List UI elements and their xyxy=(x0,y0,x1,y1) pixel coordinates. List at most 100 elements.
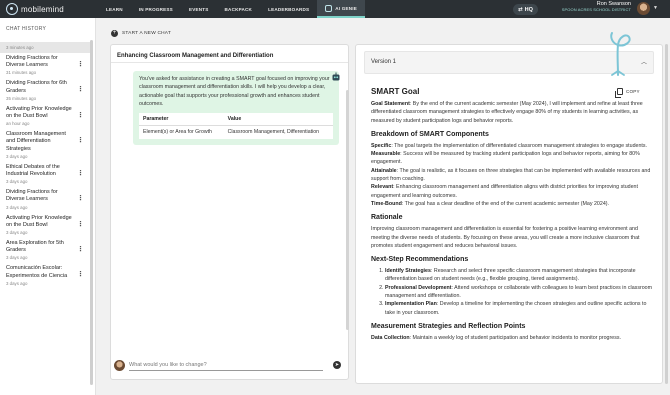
goal-statement: Goal Statement: By the end of the curren… xyxy=(371,100,655,125)
data-collection-text: : Maintain a weekly log of student parti… xyxy=(409,334,621,341)
plus-icon: + xyxy=(111,30,118,37)
copy-icon xyxy=(615,88,623,98)
chat-history-item[interactable]: Area Exploration for 5th Graders 3 days … xyxy=(0,238,90,263)
table-header-row: Parameter Value xyxy=(139,112,333,126)
chat-panel: Enhancing Classroom Management and Diffe… xyxy=(110,44,349,380)
nav-in-progress[interactable]: IN PROGRESS xyxy=(131,0,181,18)
chat-history-item[interactable]: Activating Prior Knowledge on the Dust B… xyxy=(0,104,90,129)
table-header: Parameter xyxy=(139,112,224,126)
next-steps-list: Identify Strategies: Research and select… xyxy=(371,267,655,317)
goal-statement-text: : By the end of the current academic sem… xyxy=(371,101,643,124)
chat-scrollbar[interactable] xyxy=(346,90,349,330)
more-options-icon[interactable]: ⋮ xyxy=(77,136,84,144)
more-options-icon[interactable]: ⋮ xyxy=(77,111,84,119)
more-options-icon[interactable]: ⋮ xyxy=(77,220,84,228)
breakdown-heading: Breakdown of SMART Components xyxy=(371,130,489,138)
start-new-chat-label: START A NEW CHAT xyxy=(122,31,171,36)
chat-history-item-label: Activating Prior Knowledge on the Dust B… xyxy=(6,214,72,228)
table-cell: Element(s) or Area for Growth xyxy=(143,128,212,135)
nav-events[interactable]: EVENTS xyxy=(181,0,217,18)
nav-learn[interactable]: LEARN xyxy=(98,0,131,18)
nav-ai-genie[interactable]: AI GENIE xyxy=(317,0,366,18)
top-navigation-bar: mobilemind LEARN IN PROGRESS EVENTS BACK… xyxy=(0,0,670,18)
rationale-heading: Rationale xyxy=(371,214,403,222)
chat-title: Enhancing Classroom Management and Diffe… xyxy=(111,45,348,63)
data-collection: Data Collection: Maintain a weekly log o… xyxy=(371,334,655,342)
list-item: Professional Development: Attend worksho… xyxy=(385,284,655,301)
hq-switch-button[interactable]: ⇄ HQ xyxy=(513,4,538,15)
smart-goal-heading: SMART Goal xyxy=(371,87,420,96)
measurement-heading: Measurement Strategies and Reflection Po… xyxy=(371,322,526,330)
robot-icon xyxy=(325,4,333,12)
genie-bot-icon xyxy=(332,72,340,81)
component-text: : Enhancing classroom management and dif… xyxy=(371,184,638,199)
more-options-icon[interactable]: ⋮ xyxy=(77,60,84,68)
user-menu[interactable]: Ron Swanson SPOON ACRES SCHOOL DISTRICT xyxy=(545,1,631,12)
chat-history-item[interactable]: Dividing Fractions for Diverse Learners … xyxy=(0,53,90,78)
user-district: SPOON ACRES SCHOOL DISTRICT xyxy=(561,7,631,12)
pen-annotation-icon xyxy=(610,32,631,76)
chat-history-item[interactable]: Classroom Management and Differentiation… xyxy=(0,129,90,162)
mobilemind-logo[interactable]: mobilemind xyxy=(6,3,98,15)
chat-history-item[interactable]: Dividing Fractions for Diverse Learners … xyxy=(0,187,90,212)
chat-history-item-label: Dividing Fractions for 6th Graders xyxy=(6,80,67,94)
chat-history-item-time: 31 minutes ago xyxy=(6,70,37,76)
nav-backpack[interactable]: BACKPACK xyxy=(217,0,261,18)
chat-history-item-label: Classroom Management and Differentiation… xyxy=(6,131,66,152)
version-scrollbar[interactable] xyxy=(665,44,668,384)
copy-label: COPY xyxy=(626,89,640,94)
component-label: Relevant xyxy=(371,184,394,191)
chat-history-item[interactable]: Dividing Fractions for 6th Graders 35 mi… xyxy=(0,78,90,103)
chevron-down-icon[interactable]: ▼ xyxy=(653,5,658,11)
list-item: Implementation Plan: Develop a timeline … xyxy=(385,300,655,317)
list-item: Identify Strategies: Research and select… xyxy=(385,267,655,284)
more-options-icon[interactable]: ⋮ xyxy=(77,85,84,93)
chat-history-item-time: an hour ago xyxy=(6,121,30,127)
chat-history-item[interactable]: Ethical Debates of the Industrial Revolu… xyxy=(0,162,90,187)
chat-history-item-time: 35 minutes ago xyxy=(6,95,37,101)
component-text: : Success will be measured by tracking s… xyxy=(371,151,640,166)
table-cell: Classroom Management, Differentiation xyxy=(227,128,319,135)
component-label: Measurable xyxy=(371,151,401,158)
more-options-icon[interactable]: ⋮ xyxy=(77,169,84,177)
chat-history-item-label: Dividing Fractions for Diverse Learners xyxy=(6,189,58,203)
send-button[interactable]: ➤ xyxy=(333,361,341,369)
chat-history-item[interactable]: Activating Prior Knowledge on the Dust B… xyxy=(0,213,90,238)
component-measurable: Measurable: Success will be measured by … xyxy=(371,150,655,167)
nav-leaderboards[interactable]: LEADERBOARDS xyxy=(260,0,317,18)
next-step-label: Professional Development xyxy=(385,284,452,291)
chat-history-item-time: 3 days ago xyxy=(6,179,28,185)
start-new-chat-button[interactable]: + START A NEW CHAT xyxy=(111,30,171,37)
chat-input[interactable] xyxy=(129,359,323,371)
chat-history-item-label: Dividing Fractions for Diverse Learners xyxy=(6,55,58,69)
user-avatar[interactable] xyxy=(637,2,650,15)
chat-history-title: CHAT HISTORY xyxy=(6,26,47,32)
component-specific: Specific: The goal targets the implement… xyxy=(371,142,655,150)
more-options-icon[interactable]: ⋮ xyxy=(77,194,84,202)
chat-history-item[interactable]: 3 minutes ago xyxy=(0,42,90,53)
more-options-icon[interactable]: ⋮ xyxy=(77,270,84,278)
chevron-up-icon[interactable]: ︿ xyxy=(641,57,647,66)
chat-history-item-time: 3 days ago xyxy=(6,280,28,286)
data-collection-label: Data Collection xyxy=(371,334,410,341)
component-relevant: Relevant: Enhancing classroom management… xyxy=(371,183,655,200)
chat-history-item[interactable]: Comunicación Escolar: Experimentos de Ci… xyxy=(0,263,90,288)
chat-history-item-time: 3 days ago xyxy=(6,230,28,236)
component-label: Attainable xyxy=(371,167,397,174)
chat-history-item-label: Ethical Debates of the Industrial Revolu… xyxy=(6,163,60,178)
copy-button[interactable]: COPY xyxy=(615,88,640,98)
chat-history-item-label: Activating Prior Knowledge on the Dust B… xyxy=(6,105,72,120)
component-text: : The goal is realistic, as it focuses o… xyxy=(371,167,651,183)
rationale-text: Improving classroom management and diffe… xyxy=(371,226,640,249)
smart-goal-document: SMART Goal Goal Statement: By the end of… xyxy=(371,83,655,342)
assistant-message: You've asked for assistance in creating … xyxy=(133,71,339,145)
chat-history-item-time: 3 days ago xyxy=(6,153,28,159)
next-step-label: Identify Strategies xyxy=(385,268,431,275)
more-options-icon[interactable]: ⋮ xyxy=(77,245,84,253)
goal-statement-label: Goal Statement xyxy=(371,101,410,107)
main-nav: LEARN IN PROGRESS EVENTS BACKPACK LEADER… xyxy=(98,0,366,18)
next-step-label: Implementation Plan xyxy=(385,301,437,308)
user-avatar-small xyxy=(114,359,125,371)
sidebar-scrollbar[interactable] xyxy=(90,40,93,385)
next-steps-heading: Next-Step Recommendations xyxy=(371,256,469,264)
